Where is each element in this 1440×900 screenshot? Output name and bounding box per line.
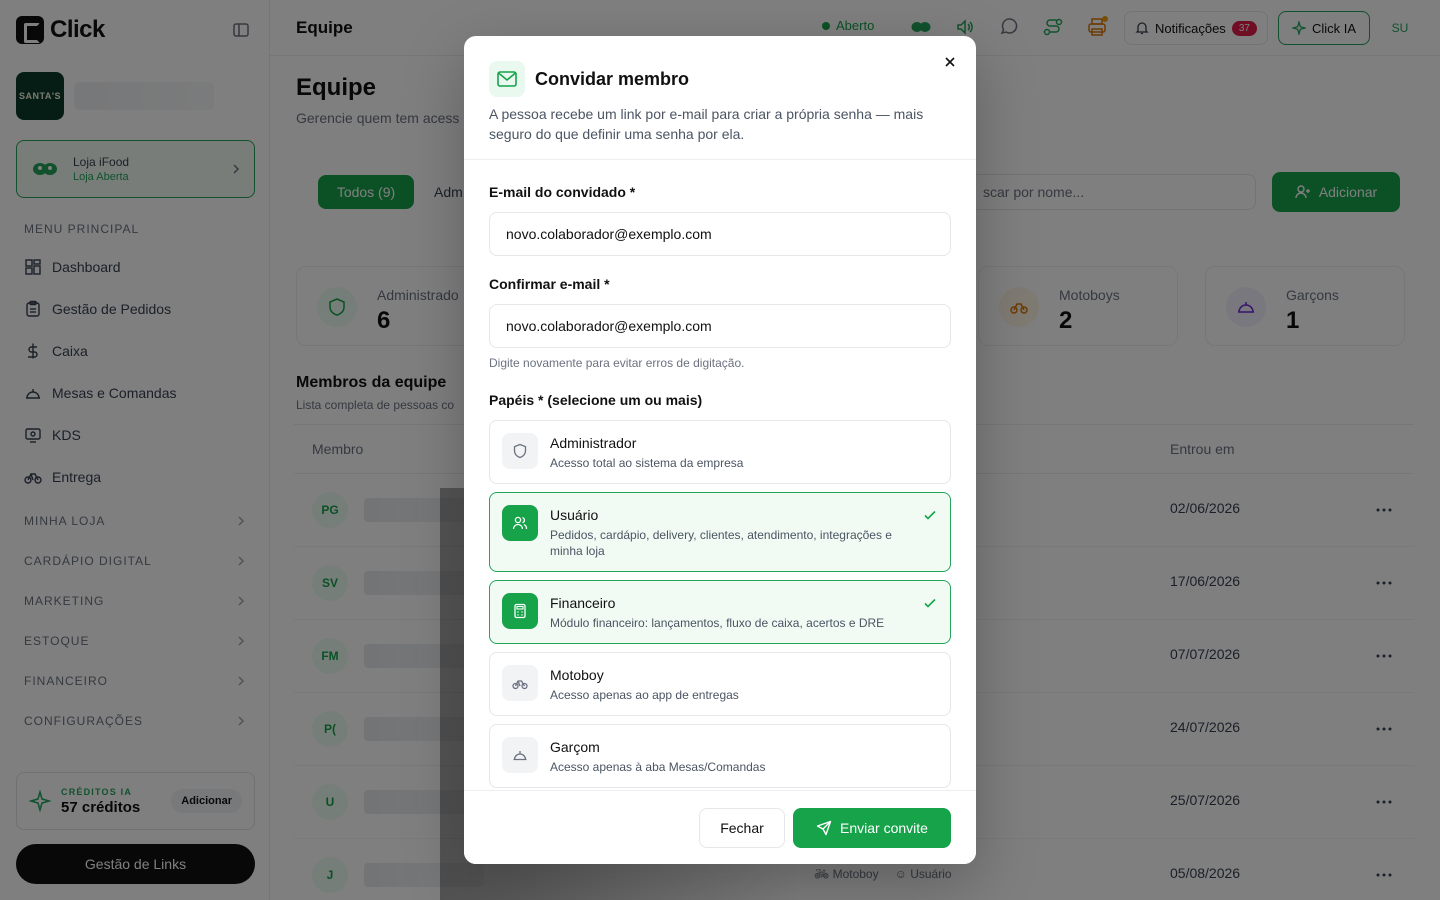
dialog-footer: Fechar Enviar convite xyxy=(464,790,976,864)
send-invite-button[interactable]: Enviar convite xyxy=(793,808,951,848)
calculator-icon xyxy=(502,593,538,629)
send-invite-label: Enviar convite xyxy=(840,820,928,836)
role-option-waiter[interactable]: Garçom Acesso apenas à aba Mesas/Comanda… xyxy=(489,724,951,788)
role-name: Administrador xyxy=(550,435,637,451)
email-field[interactable]: novo.colaborador@exemplo.com xyxy=(489,212,951,256)
role-option-finance[interactable]: Financeiro Módulo financeiro: lançamento… xyxy=(489,580,951,644)
send-icon xyxy=(816,820,832,836)
role-description: Pedidos, cardápio, delivery, clientes, a… xyxy=(550,528,892,558)
shield-icon xyxy=(502,433,538,469)
role-option-user[interactable]: Usuário Pedidos, cardápio, delivery, cli… xyxy=(489,492,951,572)
role-name: Usuário xyxy=(550,507,599,523)
confirm-email-field[interactable]: novo.colaborador@exemplo.com xyxy=(489,304,951,348)
check-icon xyxy=(922,507,938,523)
close-icon[interactable] xyxy=(940,52,960,72)
invite-member-dialog: Convidar membro A pessoa recebe um link … xyxy=(464,36,976,864)
dialog-description: A pessoa recebe um link por e-mail para … xyxy=(489,106,924,142)
check-icon xyxy=(922,595,938,611)
confirm-email-label: Confirmar e-mail * xyxy=(489,276,610,292)
role-name: Motoboy xyxy=(550,667,604,683)
role-option-admin[interactable]: Administrador Acesso total ao sistema da… xyxy=(489,420,951,484)
cloche-icon xyxy=(502,737,538,773)
mail-icon xyxy=(489,61,525,97)
role-name: Garçom xyxy=(550,739,600,755)
role-option-motoboy[interactable]: Motoboy Acesso apenas ao app de entregas xyxy=(489,652,951,716)
divider xyxy=(464,159,976,160)
role-name: Financeiro xyxy=(550,595,616,611)
roles-label: Papéis * (selecione um ou mais) xyxy=(489,392,703,408)
email-label: E-mail do convidado * xyxy=(489,184,636,200)
role-description: Acesso apenas ao app de entregas xyxy=(550,688,739,702)
dialog-title: Convidar membro xyxy=(535,69,690,89)
bike-icon xyxy=(502,665,538,701)
role-description: Acesso apenas à aba Mesas/Comandas xyxy=(550,760,766,774)
close-button[interactable]: Fechar xyxy=(699,808,785,848)
role-description: Acesso total ao sistema da empresa xyxy=(550,456,744,470)
role-description: Módulo financeiro: lançamentos, fluxo de… xyxy=(550,616,885,630)
confirm-email-hint: Digite novamente para evitar erros de di… xyxy=(489,356,745,370)
users-icon xyxy=(502,505,538,541)
